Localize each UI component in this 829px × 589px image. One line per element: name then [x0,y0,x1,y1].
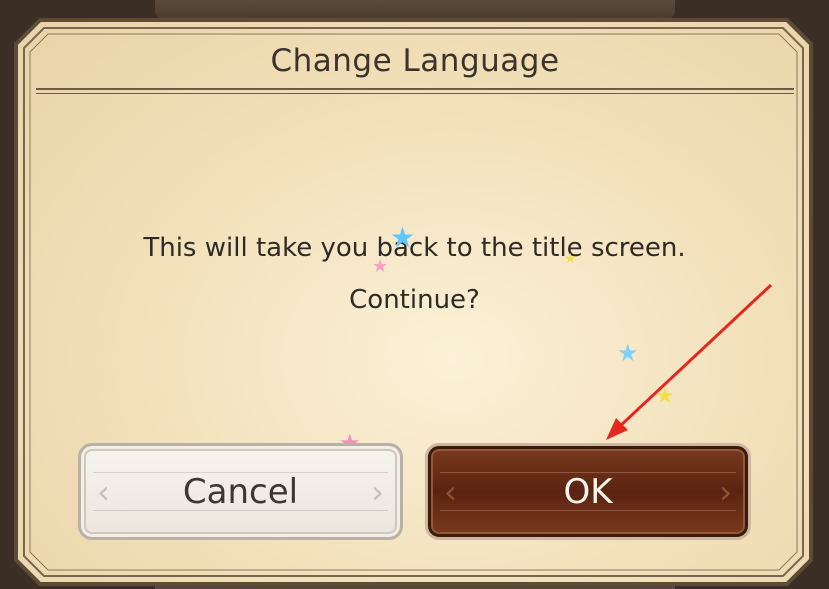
chevron-left-icon: ‹ [97,472,110,511]
yellow-star-icon: ★ [564,251,577,267]
chevron-right-icon: › [371,472,384,511]
blue-star-icon: ★ [390,221,416,254]
background-panel-top [155,0,675,20]
yellow-star-icon: ★ [655,384,675,409]
dialog-header: Change Language [36,34,794,88]
ok-button-label: OK [563,471,613,512]
pink-star-icon: ★ [372,256,389,277]
blue-star-icon: ★ [617,339,639,367]
message-line-2: Continue? [349,285,480,315]
chevron-left-icon: ‹ [444,472,457,511]
chevron-right-icon: › [719,472,732,511]
ok-button[interactable]: ‹ OK › [425,443,751,540]
cancel-button[interactable]: ‹ Cancel › [78,443,403,540]
cancel-button-label: Cancel [182,471,299,512]
dialog-title: Change Language [270,43,560,79]
title-divider [36,88,794,94]
